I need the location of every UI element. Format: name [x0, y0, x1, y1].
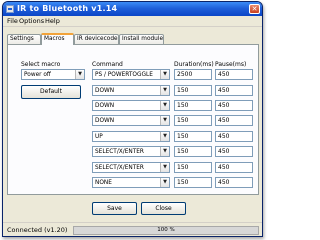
default-button[interactable]: Default [21, 85, 81, 99]
pause-field[interactable]: 450 [215, 131, 253, 142]
tab-ir-devicecode[interactable]: IR devicecode [74, 34, 119, 44]
chevron-down-icon[interactable]: ▼ [160, 163, 169, 172]
tab-install-module[interactable]: Install module [119, 34, 164, 44]
menu-bar: File Options Help [3, 16, 262, 27]
chevron-down-icon[interactable]: ▼ [160, 132, 169, 141]
window-title: IR to Bluetooth v1.14 [17, 4, 118, 13]
duration-field[interactable]: 150 [174, 146, 212, 157]
pause-field[interactable]: 450 [215, 100, 253, 111]
command-dropdown[interactable]: DOWN ▼ [92, 85, 170, 96]
command-value: SELECT/X/ENTER [95, 165, 144, 171]
chevron-down-icon[interactable]: ▼ [160, 178, 169, 187]
chevron-down-icon[interactable]: ▼ [160, 116, 169, 125]
command-value: PS / POWERTOGGLE [95, 72, 153, 78]
pause-field[interactable]: 450 [215, 177, 253, 188]
progress-bar: 100 % [73, 226, 259, 235]
pause-field[interactable]: 450 [215, 115, 253, 126]
select-macro-label: Select macro [21, 61, 61, 68]
command-dropdown[interactable]: NONE ▼ [92, 177, 170, 188]
connection-status: Connected (v1.20) [7, 226, 68, 234]
command-value: NONE [95, 180, 112, 186]
chevron-down-icon[interactable]: ▼ [160, 101, 169, 110]
chevron-down-icon[interactable]: ▼ [160, 70, 169, 79]
command-dropdown[interactable]: DOWN ▼ [92, 100, 170, 111]
command-value: UP [95, 134, 103, 140]
pause-field[interactable]: 450 [215, 162, 253, 173]
select-macro-dropdown[interactable]: Power off ▼ [21, 69, 85, 80]
command-dropdown[interactable]: SELECT/X/ENTER ▼ [92, 146, 170, 157]
status-bar: Connected (v1.20) 100 % [3, 222, 262, 236]
command-value: DOWN [95, 103, 115, 109]
tab-macros[interactable]: Macros [41, 33, 74, 45]
close-icon[interactable]: ✕ [249, 4, 260, 14]
pause-field[interactable]: 450 [215, 69, 253, 80]
command-header: Command [92, 61, 123, 68]
chevron-down-icon[interactable]: ▼ [160, 147, 169, 156]
chevron-down-icon[interactable]: ▼ [75, 70, 84, 79]
duration-field[interactable]: 150 [174, 131, 212, 142]
select-macro-value: Power off [24, 72, 51, 78]
duration-field[interactable]: 150 [174, 162, 212, 173]
duration-header: Duration(ms) [174, 61, 214, 68]
app-window: IR to Bluetooth v1.14 ✕ File Options Hel… [2, 1, 263, 237]
duration-field[interactable]: 150 [174, 177, 212, 188]
command-dropdown[interactable]: PS / POWERTOGGLE ▼ [92, 69, 170, 80]
pause-header: Pause(ms) [215, 61, 247, 68]
app-icon [6, 5, 14, 13]
command-value: SELECT/X/ENTER [95, 149, 144, 155]
pause-field[interactable]: 450 [215, 146, 253, 157]
close-button[interactable]: Close [141, 202, 186, 215]
chevron-down-icon[interactable]: ▼ [160, 86, 169, 95]
progress-text: 100 % [157, 227, 175, 233]
duration-field[interactable]: 150 [174, 100, 212, 111]
duration-field[interactable]: 2500 [174, 69, 212, 80]
duration-field[interactable]: 150 [174, 85, 212, 96]
menu-file[interactable]: File [7, 17, 18, 26]
tab-settings[interactable]: Settings [7, 34, 41, 44]
command-dropdown[interactable]: UP ▼ [92, 131, 170, 142]
macros-panel: Select macro Power off ▼ Default Command… [7, 44, 259, 195]
command-dropdown[interactable]: DOWN ▼ [92, 115, 170, 126]
title-bar[interactable]: IR to Bluetooth v1.14 ✕ [3, 2, 262, 16]
duration-field[interactable]: 150 [174, 115, 212, 126]
menu-options[interactable]: Options [19, 17, 44, 26]
command-dropdown[interactable]: SELECT/X/ENTER ▼ [92, 162, 170, 173]
command-value: DOWN [95, 88, 115, 94]
menu-help[interactable]: Help [45, 17, 60, 26]
command-value: DOWN [95, 118, 115, 124]
save-button[interactable]: Save [92, 202, 137, 215]
pause-field[interactable]: 450 [215, 85, 253, 96]
